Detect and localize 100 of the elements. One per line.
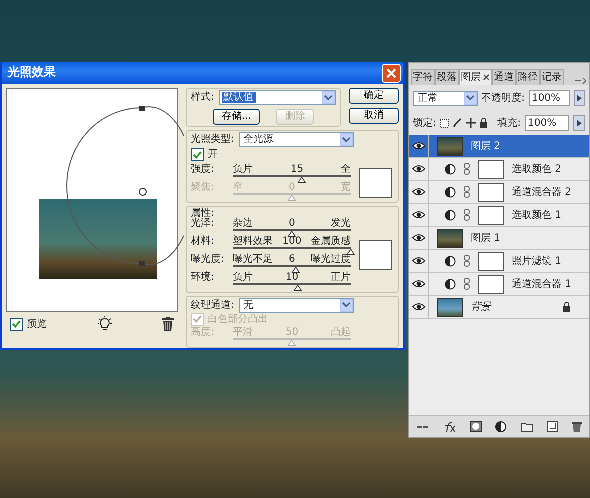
layer-row[interactable]: 图层 2 (409, 135, 589, 158)
eye-icon[interactable] (412, 303, 426, 311)
layer-name: 图层 1 (471, 232, 501, 244)
eye-icon[interactable] (412, 142, 426, 150)
opacity-field[interactable]: 100% (528, 90, 570, 106)
slider-min-label: 负片 (233, 164, 254, 174)
lock-label: 锁定: (413, 118, 436, 128)
trash-icon[interactable] (162, 317, 174, 331)
layer-mask-thumbnail[interactable] (478, 252, 504, 270)
layer-thumbnail (437, 298, 463, 316)
eye-icon[interactable] (412, 280, 426, 288)
triangle-right-icon[interactable] (576, 94, 582, 102)
brush-icon[interactable] (453, 118, 462, 128)
chain-link-icon[interactable] (464, 186, 470, 198)
panel-tab[interactable]: 路径 (516, 69, 540, 85)
light-type-dropdown[interactable]: 全光源 (238, 132, 354, 147)
layer-mask-thumbnail[interactable] (478, 182, 504, 202)
slider-min-label: 杂边 (233, 218, 254, 228)
style-dropdown[interactable]: 默认值 (218, 90, 336, 105)
eye-icon[interactable] (412, 211, 426, 219)
arrow-button[interactable] (574, 90, 585, 106)
slider-track[interactable] (233, 228, 352, 234)
layer-thumbnail (437, 228, 463, 248)
adjustment-icon (445, 256, 456, 266)
layer-name: 选取颜色 2 (512, 164, 562, 174)
layer-mask-thumbnail[interactable] (478, 274, 504, 294)
layer-row[interactable]: 选取颜色 1 (409, 204, 589, 227)
panel-tab[interactable]: 通道 (492, 69, 516, 85)
fx-icon[interactable] (442, 420, 456, 432)
slider-thumb[interactable] (294, 284, 303, 290)
slider-label: 强度: (191, 164, 216, 174)
close-button[interactable] (382, 64, 401, 82)
checkbox-label: 白色部分凸出 (208, 314, 268, 324)
slider-thumb[interactable] (346, 248, 356, 254)
layer-row[interactable]: 通道混合器 2 (409, 181, 589, 204)
layer-row[interactable]: 选取颜色 2 (409, 158, 589, 181)
lock-icon (563, 302, 571, 312)
lock-transparency-icon[interactable] (440, 118, 450, 128)
adjustment-icon[interactable] (495, 420, 508, 432)
layer-mask-thumbnail[interactable] (478, 206, 504, 224)
slider-track[interactable] (233, 264, 352, 270)
slider-track[interactable] (233, 338, 352, 344)
slider-max-label: 曝光过度 (311, 254, 352, 264)
eye-icon[interactable] (412, 188, 426, 196)
slider-track[interactable] (233, 174, 352, 180)
layer-mask-icon[interactable] (470, 421, 482, 432)
fill-field[interactable]: 100% (525, 115, 569, 131)
color-swatch[interactable] (359, 168, 392, 198)
blend-mode-dropdown[interactable]: 正常 (413, 90, 478, 106)
layer-mask-thumbnail[interactable] (478, 160, 504, 178)
slider-max-label: 发光 (331, 218, 352, 228)
move-icon[interactable] (466, 118, 476, 128)
slider-label: 曝光度: (191, 254, 226, 264)
chain-link-icon[interactable] (464, 209, 470, 221)
checkbox[interactable] (10, 318, 23, 330)
slider-value: 50 (286, 328, 299, 338)
arrow-button[interactable] (573, 115, 585, 131)
color-swatch[interactable] (359, 240, 392, 270)
checkbox-label: 开 (208, 149, 218, 160)
new-layer-icon[interactable] (547, 421, 558, 432)
slider-label: 光泽: (191, 218, 216, 228)
light-bulb-icon[interactable] (98, 316, 112, 332)
triangle-right-icon[interactable] (576, 120, 582, 126)
eye-icon[interactable] (412, 165, 426, 173)
slider-thumb[interactable] (291, 266, 300, 272)
folder-icon[interactable] (521, 421, 534, 432)
layer-row[interactable]: 照片滤镜 1 (409, 250, 589, 273)
dialog-button[interactable]: 存储... (212, 109, 260, 125)
panel-tab[interactable]: 段落 (435, 69, 459, 85)
chain-link-icon[interactable] (464, 278, 470, 290)
chevron-down-icon (466, 95, 475, 101)
chain-link-icon[interactable] (464, 163, 470, 175)
opacity-label: 不透明度: (482, 92, 525, 104)
layer-row[interactable]: 通道混合器 1 (409, 273, 589, 296)
slider-thumb[interactable] (297, 176, 306, 182)
chevron-down-icon (342, 302, 351, 308)
panel-tab[interactable]: 记录 (540, 69, 564, 85)
slider-track[interactable] (233, 192, 352, 198)
ok-button[interactable]: 确定 (349, 88, 399, 104)
close-icon[interactable] (483, 74, 490, 81)
layer-row[interactable]: 背景 (409, 296, 589, 319)
layer-row[interactable]: 图层 1 (409, 227, 589, 250)
fill-label: 填充: (498, 118, 521, 128)
slider-min-label: 窄 (233, 182, 244, 192)
slider-thumb[interactable] (288, 230, 297, 236)
panel-tab[interactable]: 图层 (459, 69, 492, 85)
slider-max-label: 金属质感 (311, 236, 352, 246)
chain-link-icon[interactable] (464, 255, 470, 267)
eye-icon[interactable] (412, 257, 426, 265)
cancel-button[interactable]: 取消 (349, 108, 399, 124)
texture-channel-dropdown[interactable]: 无 (238, 298, 354, 312)
slider-value: 100 (282, 236, 302, 246)
slider-track[interactable] (233, 282, 352, 288)
lock-icon[interactable] (480, 118, 488, 128)
panel-tab[interactable]: 字符 (411, 69, 435, 85)
slider-max-label: 凸起 (331, 328, 352, 338)
trash-icon[interactable] (572, 420, 582, 432)
eye-icon[interactable] (412, 234, 426, 242)
checkbox[interactable] (191, 148, 204, 161)
panel-menu-icon[interactable] (574, 77, 586, 85)
